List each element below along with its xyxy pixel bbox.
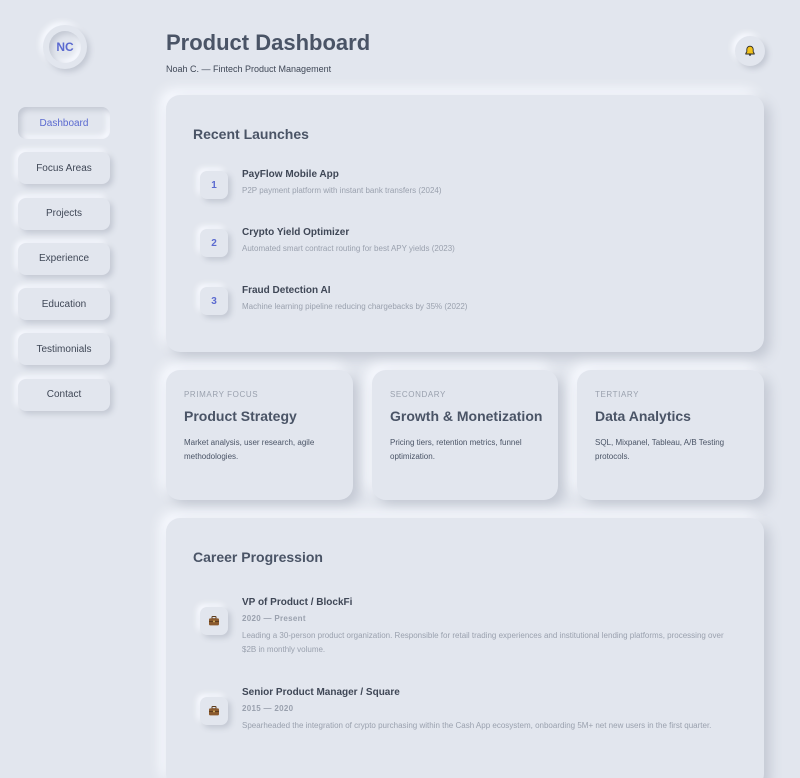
launch-description: P2P payment platform with instant bank t… bbox=[242, 186, 442, 195]
list-item[interactable]: 3 Fraud Detection AI Machine learning pi… bbox=[200, 285, 467, 315]
card-title: Career Progression bbox=[193, 549, 323, 565]
focus-description: SQL, Mixpanel, Tableau, A/B Testing prot… bbox=[595, 438, 725, 461]
focus-kicker: PRIMARY FOCUS bbox=[184, 390, 259, 399]
briefcase-icon bbox=[200, 607, 228, 635]
sidebar-item-education[interactable]: Education bbox=[18, 288, 110, 321]
focus-title: Data Analytics bbox=[595, 408, 691, 424]
focus-title: Growth & Monetization bbox=[390, 408, 543, 424]
career-progression-card: Career Progression VP of Product / Block… bbox=[166, 518, 764, 778]
list-item[interactable]: 1 PayFlow Mobile App P2P payment platfor… bbox=[200, 169, 442, 199]
sidebar-item-projects[interactable]: Projects bbox=[18, 197, 110, 230]
card-title: Recent Launches bbox=[193, 126, 309, 142]
list-item[interactable]: VP of Product / BlockFi 2020 — Present L… bbox=[200, 597, 734, 657]
focus-kicker: SECONDARY bbox=[390, 390, 446, 399]
sidebar-item-experience[interactable]: Experience bbox=[18, 242, 110, 275]
focus-card-tertiary[interactable]: TERTIARY Data Analytics SQL, Mixpanel, T… bbox=[577, 370, 764, 500]
page-title: Product Dashboard bbox=[166, 30, 371, 55]
list-item[interactable]: Senior Product Manager / Square 2015 — 2… bbox=[200, 687, 734, 733]
launch-number: 3 bbox=[200, 287, 228, 315]
focus-title: Product Strategy bbox=[184, 408, 297, 424]
job-title: Senior Product Manager / Square bbox=[242, 687, 400, 698]
notification-button[interactable] bbox=[735, 36, 765, 66]
job-description: Spearheaded the integration of crypto pu… bbox=[242, 721, 712, 730]
list-item[interactable]: 2 Crypto Yield Optimizer Automated smart… bbox=[200, 227, 455, 257]
launch-name: Fraud Detection AI bbox=[242, 285, 331, 296]
sidebar-item-dashboard[interactable]: Dashboard bbox=[18, 107, 110, 139]
bell-icon bbox=[745, 45, 755, 56]
sidebar-item-testimonials[interactable]: Testimonials bbox=[18, 333, 110, 366]
briefcase-icon bbox=[200, 697, 228, 725]
sidebar-item-focus-areas[interactable]: Focus Areas bbox=[18, 152, 110, 185]
sidebar-item-contact[interactable]: Contact bbox=[18, 378, 110, 411]
focus-kicker: TERTIARY bbox=[595, 390, 640, 399]
launch-name: PayFlow Mobile App bbox=[242, 169, 339, 180]
avatar-initials: NC bbox=[49, 31, 81, 63]
focus-description: Market analysis, user research, agile me… bbox=[184, 438, 315, 461]
launch-name: Crypto Yield Optimizer bbox=[242, 227, 350, 238]
job-title: VP of Product / BlockFi bbox=[242, 597, 353, 608]
focus-card-primary[interactable]: PRIMARY FOCUS Product Strategy Market an… bbox=[166, 370, 353, 500]
sidebar-nav: Dashboard Focus Areas Projects Experienc… bbox=[18, 107, 110, 424]
job-dates: 2020 — Present bbox=[242, 614, 306, 623]
focus-description: Pricing tiers, retention metrics, funnel… bbox=[390, 438, 522, 461]
job-dates: 2015 — 2020 bbox=[242, 704, 294, 713]
recent-launches-card: Recent Launches 1 PayFlow Mobile App P2P… bbox=[166, 95, 764, 352]
focus-card-secondary[interactable]: SECONDARY Growth & Monetization Pricing … bbox=[372, 370, 558, 500]
page-subtitle: Noah C. — Fintech Product Management bbox=[166, 64, 332, 74]
launch-description: Automated smart contract routing for bes… bbox=[242, 244, 455, 253]
launch-description: Machine learning pipeline reducing charg… bbox=[242, 302, 468, 311]
job-description: Leading a 30-person product organization… bbox=[242, 631, 724, 654]
launch-number: 2 bbox=[200, 229, 228, 257]
avatar[interactable]: NC bbox=[43, 25, 87, 69]
launch-number: 1 bbox=[200, 171, 228, 199]
